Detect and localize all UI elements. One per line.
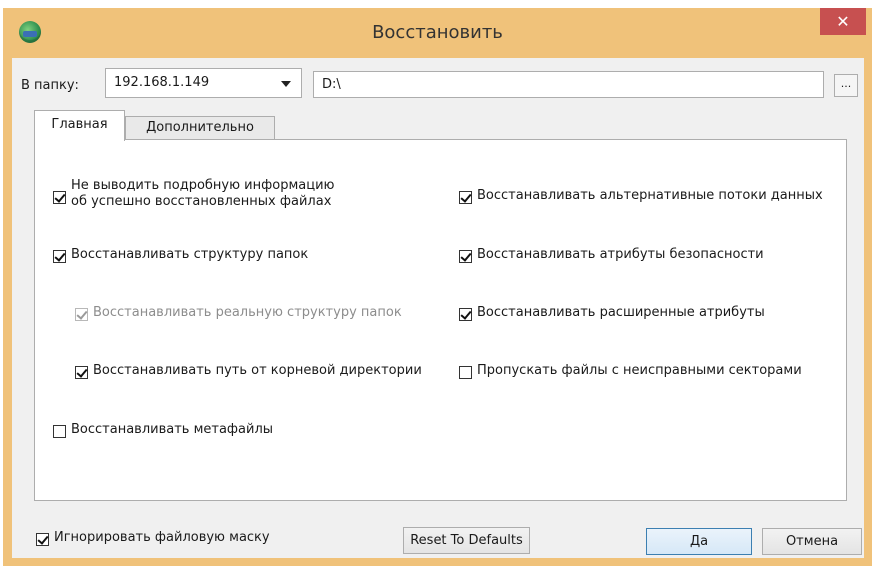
- skip-bad-sectors-label: Пропускать файлы с неисправными секторам…: [477, 363, 802, 378]
- title-bar: Восстановить ✕: [3, 8, 872, 58]
- path-input[interactable]: [313, 71, 824, 98]
- reset-defaults-button[interactable]: Reset To Defaults: [403, 527, 530, 554]
- restore-alt-streams-checkbox[interactable]: [459, 191, 472, 204]
- no-detail-info-line1: Не выводить подробную информацию: [71, 178, 335, 193]
- dialog-client: В папку: 192.168.1.149 ... Главная Допол…: [12, 58, 864, 558]
- options-panel: Не выводить подробную информацию об успе…: [34, 139, 847, 501]
- restore-root-path-checkbox[interactable]: [75, 366, 88, 379]
- dropdown-arrow-icon[interactable]: [281, 81, 291, 87]
- restore-ext-attrs-checkbox[interactable]: [459, 308, 472, 321]
- restore-folder-structure-label: Восстанавливать структуру папок: [71, 247, 309, 262]
- restore-security-attrs-label: Восстанавливать атрибуты безопасности: [477, 247, 764, 262]
- no-detail-info-checkbox[interactable]: [53, 191, 66, 204]
- window-title: Восстановить: [372, 22, 503, 43]
- restore-folder-structure-checkbox[interactable]: [53, 250, 66, 263]
- no-detail-info-line2: об успешно восстановленных файлах: [71, 194, 332, 209]
- host-select[interactable]: 192.168.1.149: [105, 68, 302, 98]
- destination-label: В папку:: [21, 78, 79, 93]
- browse-button[interactable]: ...: [834, 74, 858, 97]
- ignore-mask-label: Игнорировать файловую маску: [54, 530, 270, 545]
- restore-metafiles-label: Восстанавливать метафайлы: [71, 422, 274, 437]
- host-value: 192.168.1.149: [114, 75, 210, 90]
- ignore-mask-checkbox[interactable]: [36, 533, 49, 546]
- restore-dialog: Восстановить ✕ В папку: 192.168.1.149 ..…: [3, 8, 872, 566]
- restore-security-attrs-checkbox[interactable]: [459, 250, 472, 263]
- skip-bad-sectors-checkbox[interactable]: [459, 366, 472, 379]
- ok-button[interactable]: Да: [646, 528, 752, 555]
- restore-root-path-label: Восстанавливать путь от корневой директо…: [93, 363, 422, 378]
- tab-main[interactable]: Главная: [34, 110, 125, 141]
- close-button[interactable]: ✕: [820, 8, 866, 35]
- restore-alt-streams-label: Восстанавливать альтернативные потоки да…: [477, 188, 823, 203]
- tab-advanced[interactable]: Дополнительно: [125, 116, 275, 140]
- restore-ext-attrs-label: Восстанавливать расширенные атрибуты: [477, 305, 765, 320]
- cancel-button[interactable]: Отмена: [762, 528, 862, 555]
- restore-metafiles-checkbox[interactable]: [53, 425, 66, 438]
- restore-real-structure-label: Восстанавливать реальную структуру папок: [93, 305, 402, 320]
- restore-real-structure-checkbox: [75, 308, 88, 321]
